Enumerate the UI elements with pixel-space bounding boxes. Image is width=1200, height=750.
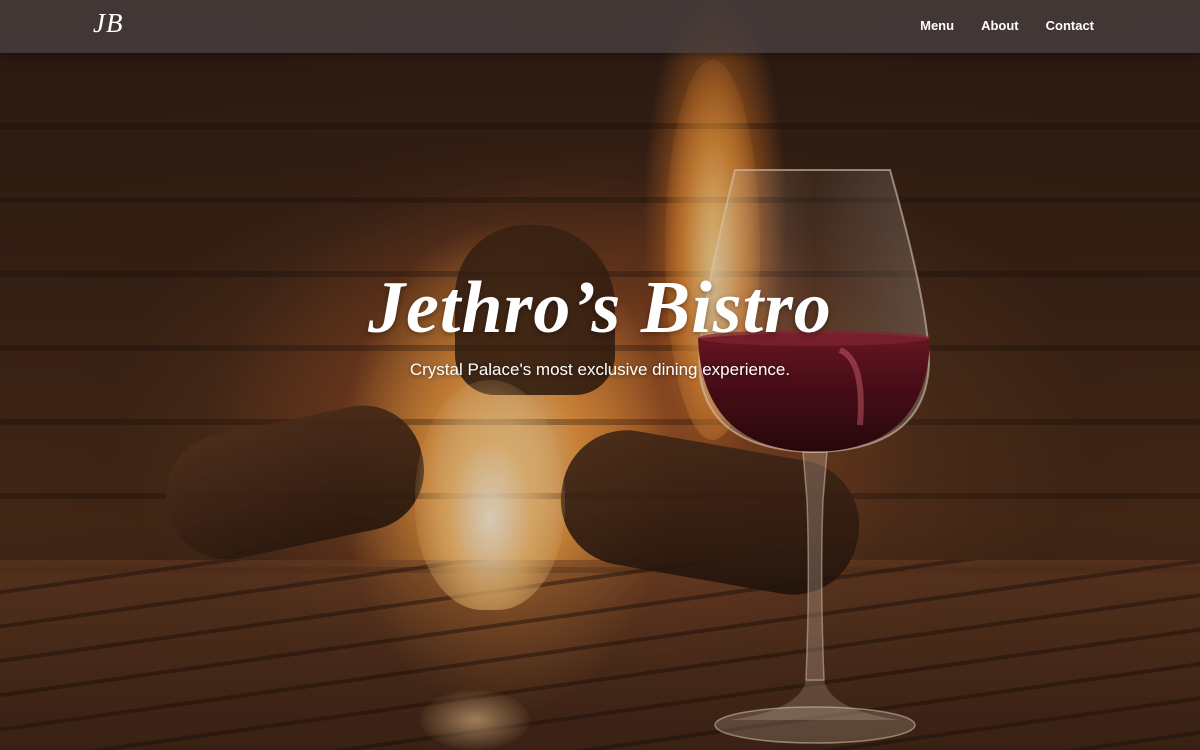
hero-subtitle: Crystal Palace's most exclusive dining e… (409, 360, 791, 379)
logo[interactable]: JB (93, 8, 123, 39)
navbar: JB Menu About Contact (0, 0, 1200, 53)
nav-link-about[interactable]: About (981, 18, 1019, 33)
nav-links: Menu About Contact (920, 18, 1094, 33)
hero-content: Jethro’s Bistro Crystal Palace's most ex… (0, 262, 1200, 380)
nav-link-contact[interactable]: Contact (1046, 18, 1094, 33)
nav-link-menu[interactable]: Menu (920, 18, 954, 33)
page: Jethro’s Bistro Crystal Palace's most ex… (0, 0, 1200, 750)
hero-title: Jethro’s Bistro (368, 267, 832, 349)
